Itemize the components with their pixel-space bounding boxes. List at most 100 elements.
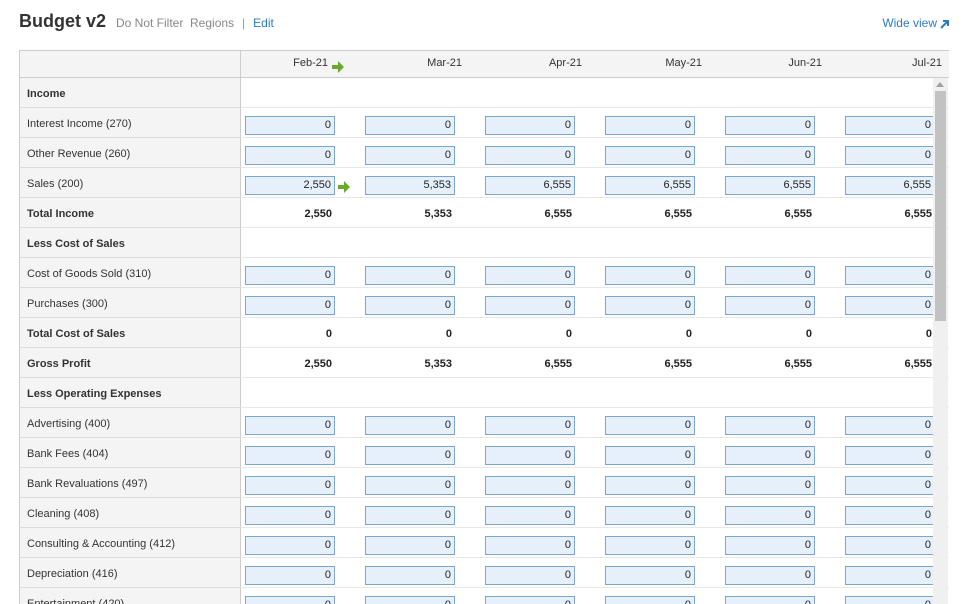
budget-value-input[interactable]: 0	[245, 116, 335, 135]
budget-value-input[interactable]: 0	[725, 266, 815, 285]
budget-value-input[interactable]: 0	[845, 446, 935, 465]
budget-value-input[interactable]: 0	[845, 116, 935, 135]
month-header-5: Jul-21	[912, 57, 942, 69]
budget-value-input[interactable]: 0	[245, 596, 335, 604]
budget-value-input[interactable]: 0	[845, 266, 935, 285]
budget-value-input[interactable]: 0	[605, 596, 695, 604]
budget-value-input[interactable]: 0	[245, 476, 335, 495]
budget-value-input[interactable]: 0	[485, 446, 575, 465]
budget-value-input[interactable]: 0	[485, 416, 575, 435]
budget-value-input[interactable]: 0	[725, 476, 815, 495]
budget-value-input[interactable]: 0	[365, 506, 455, 525]
budget-value-input[interactable]: 0	[485, 506, 575, 525]
total-value: 6,555	[784, 208, 812, 220]
table-row: Bank Revaluations (497) 0 0 0 0 0 0	[19, 468, 949, 498]
budget-value-input[interactable]: 0	[605, 146, 695, 165]
row-label: Cost of Goods Sold (310)	[27, 268, 152, 280]
budget-value-input[interactable]: 0	[485, 596, 575, 604]
budget-value-input[interactable]: 0	[845, 566, 935, 585]
budget-value-input[interactable]: 5,353	[365, 176, 455, 195]
budget-value-input[interactable]: 0	[845, 146, 935, 165]
table-row: Cleaning (408) 0 0 0 0 0 0	[19, 498, 949, 528]
budget-value-input[interactable]: 0	[485, 266, 575, 285]
budget-value-input[interactable]: 0	[365, 476, 455, 495]
edit-link[interactable]: Edit	[253, 16, 274, 30]
budget-value-input[interactable]: 0	[485, 566, 575, 585]
budget-value-input[interactable]: 0	[485, 536, 575, 555]
total-value: 2,550	[304, 358, 332, 370]
budget-value-input[interactable]: 0	[605, 536, 695, 555]
budget-value-input[interactable]: 0	[245, 536, 335, 555]
budget-value-input[interactable]: 6,555	[485, 176, 575, 195]
budget-value-input[interactable]: 0	[605, 506, 695, 525]
page-header: Budget v2 Do Not Filter Regions | Edit Wid…	[19, 11, 963, 35]
budget-value-input[interactable]: 0	[245, 446, 335, 465]
budget-value-input[interactable]: 0	[845, 596, 935, 604]
budget-value-input[interactable]: 0	[485, 476, 575, 495]
budget-value-input[interactable]: 0	[725, 296, 815, 315]
budget-value-input[interactable]: 0	[605, 116, 695, 135]
budget-value-input[interactable]: 0	[725, 566, 815, 585]
row-label: Bank Revaluations (497)	[27, 478, 148, 490]
budget-value-input[interactable]: 0	[245, 566, 335, 585]
total-value: 6,555	[664, 208, 692, 220]
budget-value-input[interactable]: 0	[845, 536, 935, 555]
budget-value-input[interactable]: 0	[725, 446, 815, 465]
budget-value-input[interactable]: 0	[845, 296, 935, 315]
budget-value-input[interactable]: 0	[485, 116, 575, 135]
budget-value-input[interactable]: 0	[725, 146, 815, 165]
budget-value-input[interactable]: 0	[365, 146, 455, 165]
budget-value-input[interactable]: 0	[605, 566, 695, 585]
fill-right-arrow-icon[interactable]	[332, 61, 345, 73]
budget-value-input[interactable]: 0	[485, 146, 575, 165]
budget-value-input[interactable]: 0	[365, 446, 455, 465]
budget-value-input[interactable]: 0	[725, 596, 815, 604]
budget-value-input[interactable]: 6,555	[725, 176, 815, 195]
budget-value-input[interactable]: 0	[605, 446, 695, 465]
budget-value-input[interactable]: 0	[365, 296, 455, 315]
filter-text[interactable]: Do Not Filter Regions	[116, 16, 234, 30]
budget-value-input[interactable]: 0	[245, 416, 335, 435]
scrollbar-thumb[interactable]	[935, 91, 946, 321]
budget-value-input[interactable]: 0	[365, 416, 455, 435]
budget-value-input[interactable]: 2,550	[245, 176, 335, 195]
scroll-up-icon[interactable]	[936, 82, 944, 87]
budget-value-input[interactable]: 0	[605, 476, 695, 495]
budget-value-input[interactable]: 0	[845, 476, 935, 495]
budget-value-input[interactable]: 0	[485, 296, 575, 315]
budget-value-input[interactable]: 0	[605, 296, 695, 315]
budget-value-input[interactable]: 0	[725, 116, 815, 135]
budget-value-input[interactable]: 6,555	[605, 176, 695, 195]
header-fill-arrow[interactable]	[332, 60, 345, 78]
budget-value-input[interactable]: 6,555	[845, 176, 935, 195]
table-row: Purchases (300) 0 0 0 0 0 0	[19, 288, 949, 318]
total-value: 5,353	[424, 358, 452, 370]
budget-value-input[interactable]: 0	[245, 266, 335, 285]
budget-value-input[interactable]: 0	[245, 506, 335, 525]
table-row: Advertising (400) 0 0 0 0 0 0	[19, 408, 949, 438]
budget-value-input[interactable]: 0	[245, 296, 335, 315]
budget-value-input[interactable]: 0	[725, 506, 815, 525]
budget-value-input[interactable]: 0	[725, 536, 815, 555]
budget-value-input[interactable]: 0	[365, 566, 455, 585]
budget-value-input[interactable]: 0	[605, 416, 695, 435]
budget-value-input[interactable]: 0	[605, 266, 695, 285]
fill-right-arrow-icon[interactable]	[338, 181, 351, 193]
budget-value-input[interactable]: 0	[365, 266, 455, 285]
wide-view-link[interactable]: Wide view	[882, 16, 950, 30]
table-row: Interest Income (270) 0 0 0 0 0 0	[19, 108, 949, 138]
row-label: Total Income	[27, 208, 95, 220]
total-value: 0	[565, 328, 572, 340]
budget-value-input[interactable]: 0	[845, 506, 935, 525]
budget-value-input[interactable]: 0	[365, 116, 455, 135]
vertical-scrollbar[interactable]	[933, 78, 948, 604]
budget-value-input[interactable]: 0	[245, 146, 335, 165]
budget-value-input[interactable]: 0	[365, 596, 455, 604]
row-fill-arrow[interactable]	[338, 180, 351, 198]
budget-value-input[interactable]: 0	[845, 416, 935, 435]
budget-value-input[interactable]: 0	[365, 536, 455, 555]
budget-value-input[interactable]: 0	[725, 416, 815, 435]
table-row: Other Revenue (260) 0 0 0 0 0 0	[19, 138, 949, 168]
total-value: 6,555	[784, 358, 812, 370]
total-value: 0	[685, 328, 692, 340]
